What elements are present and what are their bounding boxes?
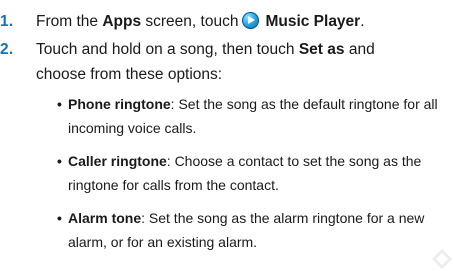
option-text: Alarm tone: Set the song as the alarm ri… bbox=[68, 207, 424, 255]
option-line: Caller ringtone: Choose a contact to set… bbox=[68, 150, 421, 174]
set-as-label: Set as bbox=[298, 41, 345, 58]
step-text-segment: . bbox=[360, 13, 365, 30]
corner-watermark-icon bbox=[431, 248, 453, 270]
step-text: From the Apps screen, touch Music Player. bbox=[36, 12, 365, 37]
music-player-label: Music Player bbox=[265, 13, 361, 30]
step-text-segment: Touch and hold on a song, then touch bbox=[36, 41, 299, 58]
option-text: Phone ringtone: Set the song as the defa… bbox=[68, 93, 438, 141]
apps-label: Apps bbox=[102, 13, 142, 30]
option-text: Caller ringtone: Choose a contact to set… bbox=[68, 150, 421, 198]
step-number: 1. bbox=[0, 13, 14, 30]
step-line: From the Apps screen, touch Music Player. bbox=[36, 12, 365, 37]
step-text: Touch and hold on a song, then touch Set… bbox=[36, 40, 375, 90]
music-player-icon bbox=[242, 12, 260, 29]
option-line: ringtone for calls from the contact. bbox=[68, 177, 279, 193]
step-line: Touch and hold on a song, then touch Set… bbox=[36, 40, 375, 65]
step-text-segment: screen, touch bbox=[141, 13, 239, 30]
option-description: : Set the song as the default ringtone f… bbox=[170, 96, 438, 112]
option-line: Phone ringtone: Set the song as the defa… bbox=[68, 93, 438, 117]
bullet-dot: • bbox=[57, 153, 62, 169]
bullet-dot: • bbox=[57, 210, 62, 226]
option-title: Alarm tone bbox=[68, 210, 142, 226]
option-line: incoming voice calls. bbox=[68, 120, 197, 136]
step-text-segment: From the bbox=[36, 13, 103, 30]
bullet-dot: • bbox=[57, 96, 62, 112]
option-title: Caller ringtone bbox=[68, 153, 167, 169]
step-text-segment: and bbox=[344, 41, 375, 58]
option-description: : Choose a contact to set the song as th… bbox=[166, 153, 422, 169]
option-description: : Set the song as the alarm ringtone for… bbox=[141, 210, 425, 226]
option-line: Alarm tone: Set the song as the alarm ri… bbox=[68, 207, 424, 231]
option-title: Phone ringtone bbox=[68, 96, 171, 112]
step-number: 2. bbox=[0, 41, 14, 58]
option-line: alarm, or for an existing alarm. bbox=[68, 234, 258, 250]
instructions-page: 1. From the Apps screen, touch Music Play… bbox=[0, 0, 453, 271]
step-line: choose from these options: bbox=[36, 66, 223, 83]
